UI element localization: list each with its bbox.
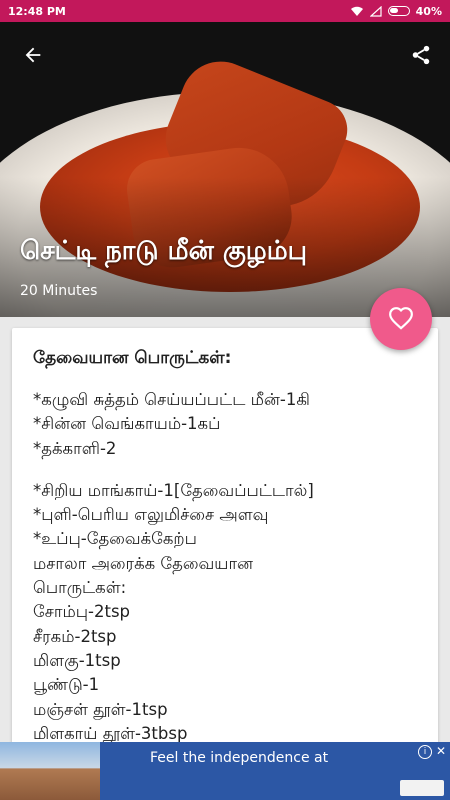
ingredient-item: சீரகம்-2tsp <box>33 626 117 646</box>
signal-icon <box>369 5 382 17</box>
recipe-title: செட்டி நாடு மீன் குழம்பு <box>20 236 308 266</box>
ingredient-item: *புளி-பெரிய எலுமிச்சை அளவு <box>33 505 269 525</box>
share-button[interactable] <box>408 42 434 68</box>
ingredients-heading: தேவையான பொருட்கள்: <box>33 348 232 368</box>
arrow-left-icon <box>25 47 41 63</box>
ingredients-card: தேவையான பொருட்கள்: *கழுவி சுத்தம் செய்யப… <box>12 328 438 758</box>
ingredient-item: பூண்டு-1 <box>33 675 100 695</box>
ad-info-icon[interactable]: i <box>418 745 432 759</box>
ad-banner[interactable]: Feel the independence at i ✕ <box>0 742 450 800</box>
back-button[interactable] <box>20 42 46 68</box>
ingredient-item: சோம்பு-2tsp <box>33 602 131 622</box>
status-time: 12:48 PM <box>8 4 66 18</box>
ingredient-item: *சின்ன வெங்காயம்-1கப் <box>33 414 221 434</box>
status-icons: 40% <box>350 5 442 18</box>
recipe-duration: 20 Minutes <box>20 283 98 299</box>
ad-text: Feel the independence at <box>150 750 329 766</box>
ingredient-item: மிளகு-1tsp <box>33 650 121 670</box>
battery-level: 40% <box>415 4 442 18</box>
ad-image <box>0 742 100 800</box>
ingredients-list: *கழுவி சுத்தம் செய்யப்பட்ட மீன்-1கி *சின… <box>33 388 423 746</box>
ingredient-item: *சிறிய மாங்காய்-1[தேவைப்பட்டால்] <box>33 480 314 500</box>
share-icon <box>412 45 430 65</box>
recipe-hero-image <box>0 22 450 317</box>
ingredient-item: மசாலா அரைக்க தேவையான <box>33 553 254 573</box>
status-bar: 12:48 PM 40% <box>0 0 450 22</box>
ingredient-item: பொருட்கள்: <box>33 578 127 598</box>
ingredient-item: *உப்பு-தேவைக்கேற்ப <box>33 529 197 549</box>
ingredient-item: *கழுவி சுத்தம் செய்யப்பட்ட மீன்-1கி <box>33 390 310 409</box>
ad-close-icon[interactable]: ✕ <box>436 744 446 758</box>
ingredient-item: *தக்காளி-2 <box>33 438 117 458</box>
battery-icon <box>387 6 410 16</box>
ad-logo <box>400 780 444 796</box>
heart-outline-icon <box>389 307 413 330</box>
ingredient-item: மஞ்சள் தூள்-1tsp <box>33 699 168 719</box>
wifi-icon <box>350 6 363 16</box>
ingredient-spacer <box>33 461 423 479</box>
favorite-button[interactable] <box>370 288 432 350</box>
